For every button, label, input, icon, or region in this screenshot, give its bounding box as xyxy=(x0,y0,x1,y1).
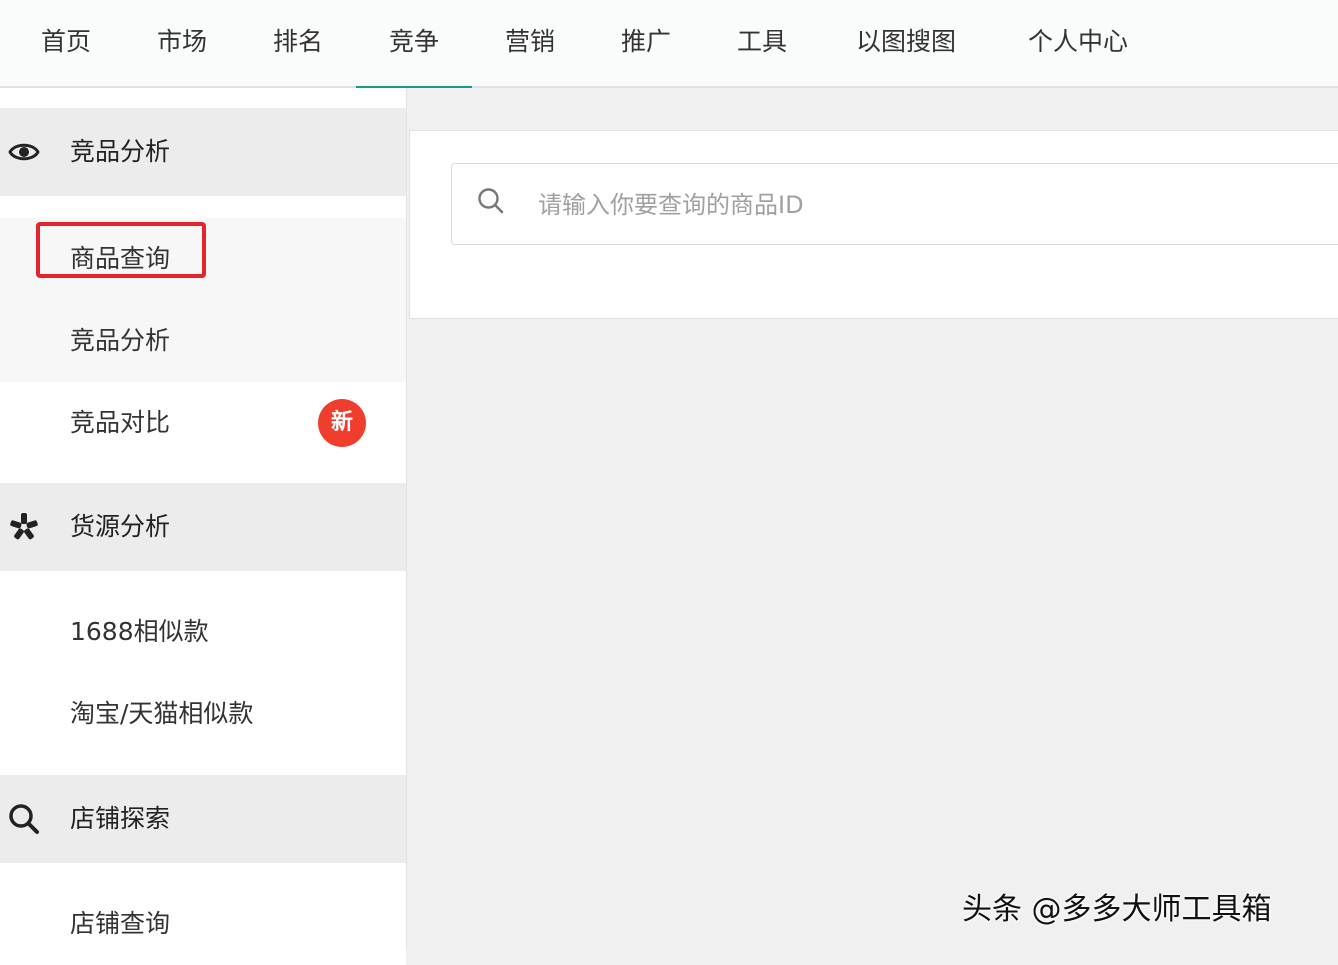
sidebar-section-competitor-analysis[interactable]: 竞品分析 xyxy=(0,108,406,196)
nav-item-profile[interactable]: 个人中心 xyxy=(1008,0,1148,86)
sidebar-item-1688-similar[interactable]: 1688相似款 xyxy=(0,591,406,673)
highlight-box xyxy=(36,222,206,278)
search-icon xyxy=(9,804,39,834)
sidebar-item-shop-query[interactable]: 店铺查询 xyxy=(0,883,406,965)
nav-item-competition[interactable]: 竞争 xyxy=(356,0,472,88)
nav-item-marketing[interactable]: 营销 xyxy=(484,0,576,86)
sidebar-section-label: 货源分析 xyxy=(70,512,171,541)
sidebar-item-label: 竞品分析 xyxy=(70,326,171,355)
sidebar-item-label: 店铺查询 xyxy=(70,909,171,938)
sidebar-item-taobao-similar[interactable]: 淘宝/天猫相似款 xyxy=(0,673,406,755)
sidebar-section-label: 店铺探索 xyxy=(70,804,171,833)
sidebar-item-competitor-analysis[interactable]: 竞品分析 xyxy=(0,300,406,382)
sidebar-item-label: 1688相似款 xyxy=(70,617,209,646)
nav-item-home[interactable]: 首页 xyxy=(20,0,112,86)
sidebar-item-label: 竞品对比 xyxy=(70,408,171,437)
sidebar-item-label: 淘宝/天猫相似款 xyxy=(70,699,254,728)
pinwheel-icon xyxy=(10,513,38,540)
search-box[interactable] xyxy=(451,163,1338,245)
search-card xyxy=(409,130,1338,319)
nav-item-market[interactable]: 市场 xyxy=(136,0,228,86)
watermark: 头条 @多多大师工具箱 xyxy=(962,892,1272,927)
sidebar-item-competitor-compare[interactable]: 竞品对比 新 xyxy=(0,382,406,464)
nav-item-ranking[interactable]: 排名 xyxy=(252,0,344,86)
nav-item-promotion[interactable]: 推广 xyxy=(600,0,692,86)
sidebar-section-shop-explore[interactable]: 店铺探索 xyxy=(0,775,406,863)
sidebar: 竞品分析 商品查询 竞品分析 竞品对比 新 货源分析 1688相似款 淘宝/天猫… xyxy=(0,88,407,965)
sidebar-section-source-analysis[interactable]: 货源分析 xyxy=(0,483,406,571)
product-id-input[interactable] xyxy=(536,182,1320,228)
top-nav: 首页 市场 排名 竞争 营销 推广 工具 以图搜图 个人中心 xyxy=(0,0,1338,88)
new-badge: 新 xyxy=(318,399,366,447)
eye-icon xyxy=(8,143,40,161)
nav-item-tools[interactable]: 工具 xyxy=(716,0,808,86)
search-icon xyxy=(478,188,504,214)
nav-item-image-search[interactable]: 以图搜图 xyxy=(838,0,974,86)
sidebar-section-label: 竞品分析 xyxy=(70,137,171,166)
